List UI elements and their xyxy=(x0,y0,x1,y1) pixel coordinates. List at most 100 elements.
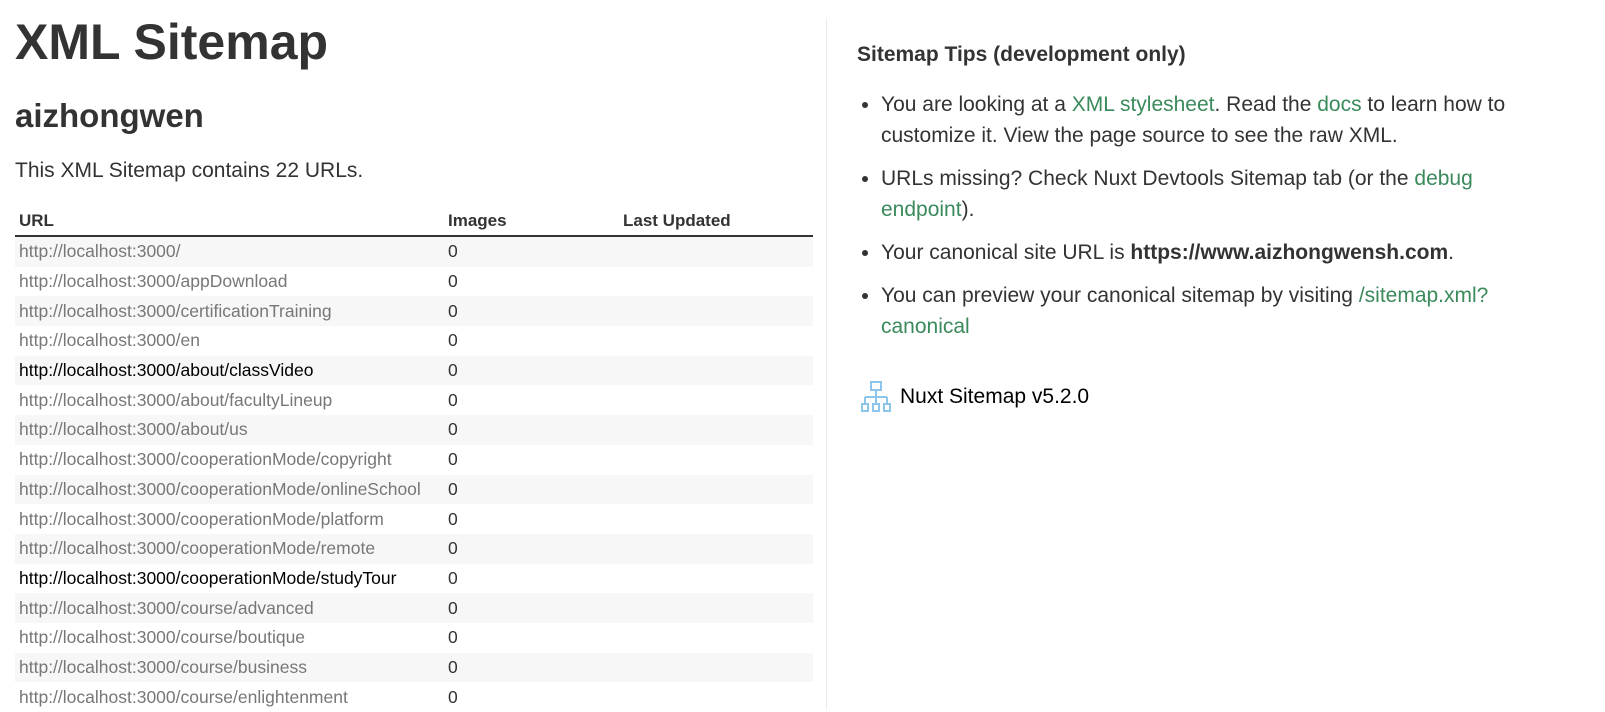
table-row: http://localhost:3000/certificationTrain… xyxy=(15,296,813,327)
url-cell: http://localhost:3000/about/us xyxy=(15,415,444,445)
tip-canonical-url: Your canonical site URL is https://www.a… xyxy=(881,237,1521,268)
url-link[interactable]: http://localhost:3000/about/facultyLineu… xyxy=(19,390,332,410)
url-link[interactable]: http://localhost:3000/course/enlightenme… xyxy=(19,687,348,707)
version-footer: Nuxt Sitemap v5.2.0 xyxy=(861,380,1089,414)
images-count-cell: 0 xyxy=(444,474,619,505)
last-updated-cell xyxy=(619,326,813,356)
column-header-images[interactable]: Images xyxy=(444,207,619,237)
url-cell: http://localhost:3000/ xyxy=(15,236,444,267)
images-count-cell: 0 xyxy=(448,627,458,648)
last-updated-cell xyxy=(619,474,813,505)
url-link[interactable]: http://localhost:3000/cooperationMode/re… xyxy=(19,538,375,558)
images-count-cell: 0 xyxy=(444,415,619,445)
url-cell: http://localhost:3000/cooperationMode/co… xyxy=(15,445,444,475)
sitemap-icon xyxy=(861,381,891,412)
tip-text: . xyxy=(1448,241,1454,264)
images-count-cell: 0 xyxy=(444,652,619,683)
url-cell: http://localhost:3000/course/enlightenme… xyxy=(15,682,444,712)
url-cell: http://localhost:3000/certificationTrain… xyxy=(15,296,444,327)
url-cell: http://localhost:3000/cooperationMode/re… xyxy=(15,533,444,564)
table-row: http://localhost:3000/0 xyxy=(15,236,813,267)
table-row: http://localhost:3000/cooperationMode/co… xyxy=(15,445,813,475)
images-count-cell: 0 xyxy=(448,508,458,529)
canonical-site-url: https://www.aizhongwensh.com xyxy=(1130,241,1449,264)
table-row: http://localhost:3000/about/classVideo 0 xyxy=(15,355,813,386)
images-count-cell: 0 xyxy=(448,686,458,707)
url-cell: http://localhost:3000/en xyxy=(15,326,444,356)
url-link[interactable]: http://localhost:3000/about/classVideo xyxy=(19,360,313,380)
url-cell: http://localhost:3000/about/facultyLineu… xyxy=(15,385,444,415)
url-link[interactable]: http://localhost:3000/course/boutique xyxy=(19,627,305,647)
site-name: aizhongwen xyxy=(15,97,204,134)
url-cell: http://localhost:3000/cooperationMode/on… xyxy=(15,474,444,505)
url-link[interactable]: http://localhost:3000/about/us xyxy=(19,419,248,439)
table-row: http://localhost:3000/cooperationMode/pl… xyxy=(15,504,813,534)
last-updated-cell xyxy=(619,533,813,564)
url-link[interactable]: http://localhost:3000/course/business xyxy=(19,657,307,677)
images-count-cell: 0 xyxy=(448,389,458,410)
url-cell: http://localhost:3000/cooperationMode/st… xyxy=(15,564,444,594)
last-updated-cell xyxy=(619,267,813,297)
tips-list: You are looking at a XML stylesheet. Rea… xyxy=(857,89,1521,354)
url-link[interactable]: http://localhost:3000/cooperationMode/co… xyxy=(19,449,392,469)
last-updated-cell xyxy=(619,385,813,415)
tip-text: You are looking at a xyxy=(881,93,1072,116)
table-row: http://localhost:3000/appDownload 0 xyxy=(15,267,813,297)
url-cell: http://localhost:3000/appDownload xyxy=(15,267,444,297)
images-count-cell: 0 xyxy=(448,271,458,292)
table-row: http://localhost:3000/cooperationMode/st… xyxy=(15,564,813,594)
docs-link[interactable]: docs xyxy=(1317,93,1361,116)
url-link[interactable]: http://localhost:3000/certificationTrain… xyxy=(19,301,332,321)
url-link[interactable]: http://localhost:3000/cooperationMode/on… xyxy=(19,479,421,499)
url-cell: http://localhost:3000/course/advanced xyxy=(15,593,444,623)
url-count-summary: This XML Sitemap contains 22 URLs. xyxy=(15,159,364,182)
last-updated-cell xyxy=(619,652,813,683)
tip-text: Your canonical site URL is xyxy=(881,241,1131,264)
last-updated-cell xyxy=(619,564,813,594)
images-count-cell: 0 xyxy=(444,355,619,386)
images-count-cell: 0 xyxy=(444,533,619,564)
page-title: XML Sitemap xyxy=(15,14,329,70)
tip-missing-urls: URLs missing? Check Nuxt Devtools Sitema… xyxy=(881,163,1521,225)
url-cell: http://localhost:3000/course/boutique xyxy=(15,623,444,653)
images-count-cell: 0 xyxy=(444,296,619,327)
url-table: URL Images Last Updated http://localhost… xyxy=(15,207,813,712)
images-count-cell: 0 xyxy=(444,593,619,623)
url-link[interactable]: http://localhost:3000/ xyxy=(19,241,181,261)
url-cell: http://localhost:3000/about/classVideo xyxy=(15,355,444,386)
url-link[interactable]: http://localhost:3000/cooperationMode/pl… xyxy=(19,509,384,529)
last-updated-cell xyxy=(619,623,813,653)
tip-stylesheet: You are looking at a XML stylesheet. Rea… xyxy=(881,89,1521,151)
last-updated-cell xyxy=(619,355,813,386)
last-updated-cell xyxy=(619,445,813,475)
url-cell: http://localhost:3000/course/business xyxy=(15,652,444,683)
table-row: http://localhost:3000/about/us 0 xyxy=(15,415,813,445)
tip-text: ). xyxy=(961,198,975,221)
tip-text: . Read the xyxy=(1214,93,1318,116)
last-updated-cell xyxy=(619,296,813,327)
table-header-row: URL Images Last Updated xyxy=(15,207,813,237)
images-count-cell: 0 xyxy=(448,330,458,351)
table-row: http://localhost:3000/en 0 xyxy=(15,326,813,356)
url-link[interactable]: http://localhost:3000/appDownload xyxy=(19,271,288,291)
table-row: http://localhost:3000/course/advanced 0 xyxy=(15,593,813,623)
tip-preview-canonical: You can preview your canonical sitemap b… xyxy=(881,280,1521,342)
images-count-cell: 0 xyxy=(444,236,619,267)
column-header-last-updated[interactable]: Last Updated xyxy=(619,207,813,237)
last-updated-cell xyxy=(619,682,813,712)
table-row: http://localhost:3000/course/business 0 xyxy=(15,652,813,683)
last-updated-cell xyxy=(619,236,813,267)
last-updated-cell xyxy=(619,593,813,623)
url-link[interactable]: http://localhost:3000/en xyxy=(19,330,200,350)
version-label: Nuxt Sitemap v5.2.0 xyxy=(900,385,1090,408)
column-header-url[interactable]: URL xyxy=(15,207,444,237)
table-row: http://localhost:3000/course/enlightenme… xyxy=(15,682,813,712)
xml-stylesheet-link[interactable]: XML stylesheet xyxy=(1072,93,1215,116)
table-row: http://localhost:3000/cooperationMode/on… xyxy=(15,474,813,505)
tip-text: URLs missing? Check Nuxt Devtools Sitema… xyxy=(881,167,1415,190)
url-link[interactable]: http://localhost:3000/cooperationMode/st… xyxy=(19,568,396,588)
last-updated-cell xyxy=(619,415,813,445)
column-divider xyxy=(826,18,827,710)
images-count-cell: 0 xyxy=(448,567,458,588)
url-link[interactable]: http://localhost:3000/course/advanced xyxy=(19,598,314,618)
